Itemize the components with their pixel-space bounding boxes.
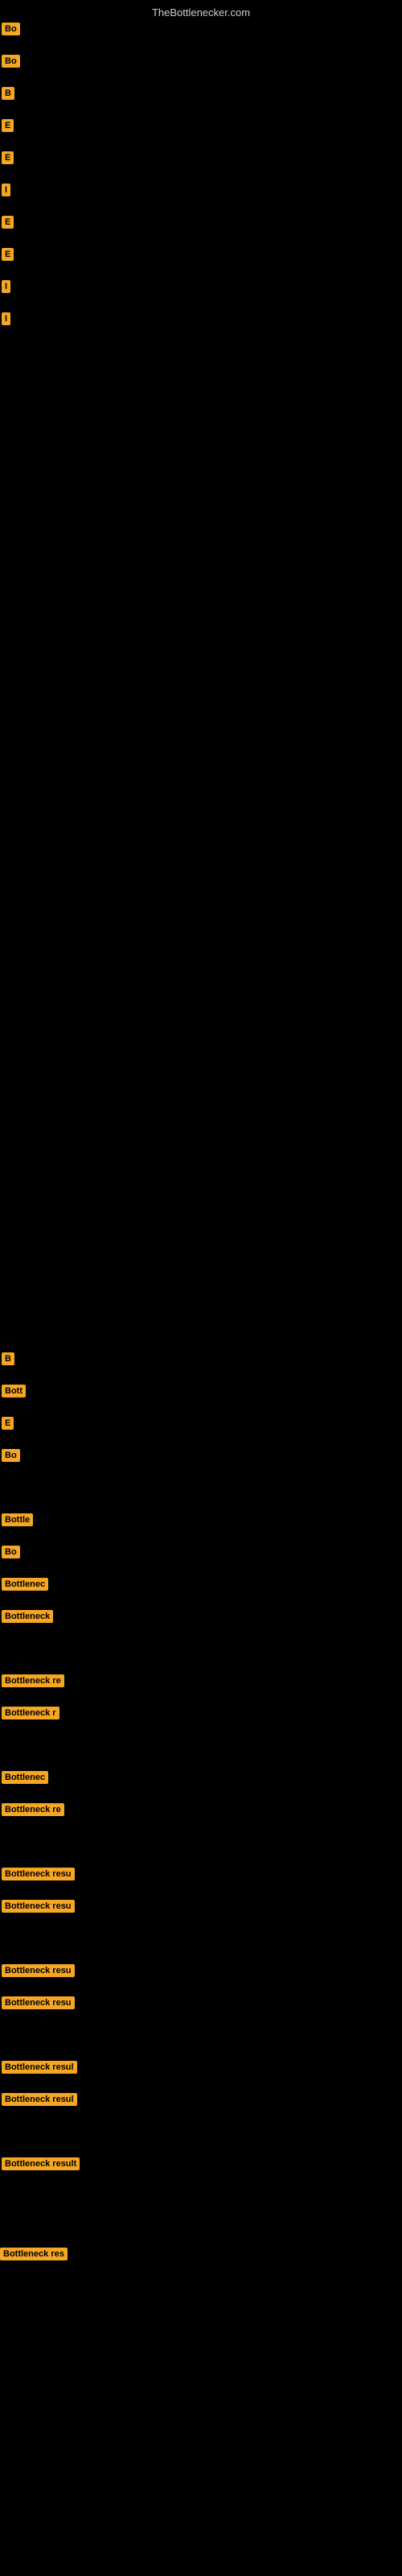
badge-21: Bottlenec <box>2 1771 48 1784</box>
badge-12: Bott <box>2 1385 26 1397</box>
badge-24: Bottleneck resu <box>2 1900 75 1913</box>
badge-2: Bo <box>2 55 20 68</box>
badge-8: E <box>2 248 14 261</box>
badge-11: B <box>2 1352 14 1365</box>
badge-16: Bo <box>2 1546 20 1558</box>
badge-28: Bottleneck resul <box>2 2093 77 2106</box>
badge-18: Bottleneck <box>2 1610 53 1623</box>
badge-14: Bo <box>2 1449 20 1462</box>
badge-23: Bottleneck resu <box>2 1868 75 1880</box>
badge-25: Bottleneck resu <box>2 1964 75 1977</box>
badge-10: I <box>2 312 10 325</box>
badge-9: I <box>2 280 10 293</box>
badge-5: E <box>2 151 14 164</box>
badge-4: E <box>2 119 14 132</box>
badge-3: B <box>2 87 14 100</box>
badge-15: Bottle <box>2 1513 33 1526</box>
badge-22: Bottleneck re <box>2 1803 64 1816</box>
badge-13: E <box>2 1417 14 1430</box>
badge-26: Bottleneck resu <box>2 1996 75 2009</box>
badge-6: I <box>2 184 10 196</box>
badge-1: Bo <box>2 23 20 35</box>
badge-30: Bottleneck res <box>0 2248 68 2260</box>
badge-17: Bottlenec <box>2 1578 48 1591</box>
badge-29: Bottleneck result <box>2 2157 80 2170</box>
badge-27: Bottleneck resul <box>2 2061 77 2074</box>
site-title: TheBottlenecker.com <box>152 6 250 19</box>
badge-7: E <box>2 216 14 229</box>
badge-20: Bottleneck r <box>2 1707 59 1719</box>
badge-19: Bottleneck re <box>2 1674 64 1687</box>
